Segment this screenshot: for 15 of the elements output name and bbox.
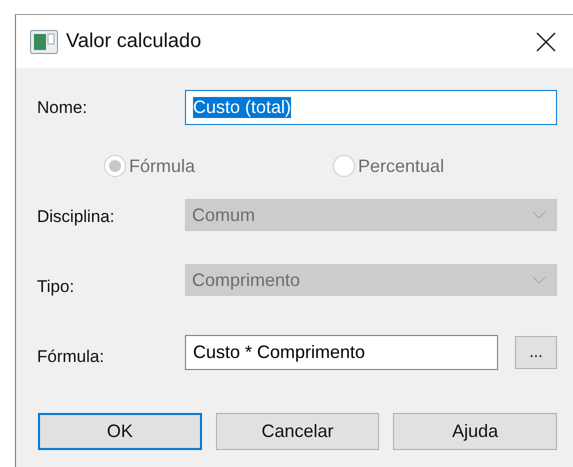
field-label: Nome: [37, 98, 88, 118]
field-label: Tipo: [37, 276, 76, 297]
field-label: Disciplina: [37, 206, 116, 227]
field-label: Fórmula: [37, 346, 106, 366]
window-icon [30, 30, 58, 54]
dialog-button[interactable]: Ajuda [393, 413, 558, 450]
window-title: Valor calculado [66, 30, 202, 53]
formula-field[interactable]: Custo * Comprimento [185, 335, 498, 370]
chevron-down-icon [532, 276, 546, 284]
name-field[interactable]: Custo (total) [185, 90, 557, 125]
dialog-button[interactable]: Cancelar [216, 413, 380, 450]
close-icon[interactable] [536, 32, 556, 52]
browse-button[interactable]: ... [515, 336, 557, 369]
dialog-button[interactable]: OK [38, 413, 202, 450]
chevron-down-icon [532, 211, 546, 219]
